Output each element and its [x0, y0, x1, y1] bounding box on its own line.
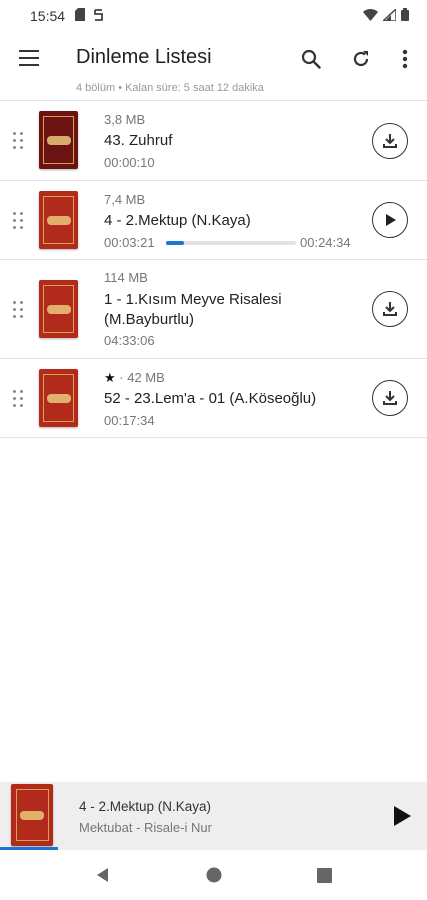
back-icon[interactable] — [92, 864, 114, 886]
more-vert-icon[interactable] — [390, 44, 420, 74]
playlist: 3,8 MB 43. Zuhruf 00:00:10 7,4 MB 4 - 2.… — [0, 101, 427, 438]
drag-handle-icon[interactable] — [12, 390, 26, 408]
item-size: ★ · 42 MB — [104, 370, 165, 385]
playlist-item[interactable]: 7,4 MB 4 - 2.Mektup (N.Kaya) 00:03:21 00… — [0, 181, 427, 260]
book-cover — [39, 111, 78, 169]
page-title: Dinleme Listesi — [76, 46, 212, 68]
sd-card-icon — [75, 8, 86, 24]
mini-player-cover — [11, 784, 53, 846]
download-icon — [383, 391, 397, 405]
item-title: 43. Zuhruf — [104, 132, 173, 149]
item-progress-bar[interactable] — [166, 241, 296, 245]
play-icon — [386, 214, 396, 226]
item-title: 1 - 1.Kısım Meyve Risalesi (M.Bayburtlu) — [104, 291, 282, 328]
item-total-duration: 00:24:34 — [300, 235, 351, 250]
item-elapsed: 00:03:21 — [104, 235, 155, 250]
status-bar: 15:54 — [0, 0, 427, 32]
menu-icon[interactable] — [14, 44, 44, 72]
download-icon — [383, 302, 397, 316]
book-cover — [39, 191, 78, 249]
drag-handle-icon[interactable] — [12, 212, 26, 230]
item-title: 4 - 2.Mektup (N.Kaya) — [104, 212, 251, 229]
recents-icon[interactable] — [313, 864, 335, 886]
download-button[interactable] — [372, 291, 408, 327]
playlist-item[interactable]: 114 MB 1 - 1.Kısım Meyve Risalesi (M.Bay… — [0, 260, 427, 359]
mini-player-title: 4 - 2.Mektup (N.Kaya) — [79, 799, 212, 814]
play-button[interactable] — [372, 202, 408, 238]
wifi-icon — [363, 8, 378, 24]
star-icon: ★ — [104, 370, 116, 385]
item-duration: 00:17:34 — [104, 413, 155, 428]
item-duration: 00:00:10 — [104, 155, 155, 170]
sync-icon — [93, 8, 104, 25]
item-size: 3,8 MB — [104, 112, 146, 127]
download-icon — [383, 134, 397, 148]
refresh-icon[interactable] — [346, 44, 376, 74]
download-button[interactable] — [372, 380, 408, 416]
item-duration: 04:33:06 — [104, 333, 155, 348]
playlist-item[interactable]: ★ · 42 MB 52 - 23.Lem'a - 01 (A.Köseoğlu… — [0, 359, 427, 438]
signal-icon — [381, 7, 397, 24]
book-cover — [39, 280, 78, 338]
download-button[interactable] — [372, 123, 408, 159]
item-size: 114 MB — [104, 270, 148, 285]
mini-player[interactable]: 4 - 2.Mektup (N.Kaya) Mektubat - Risale-… — [0, 782, 427, 850]
play-icon — [394, 806, 411, 826]
book-cover — [39, 369, 78, 427]
drag-handle-icon[interactable] — [12, 132, 26, 150]
playlist-item[interactable]: 3,8 MB 43. Zuhruf 00:00:10 — [0, 101, 427, 181]
app-bar: Dinleme Listesi 4 bölüm • Kalan süre: 5 … — [0, 32, 427, 100]
drag-handle-icon[interactable] — [12, 301, 26, 319]
item-progress-fill — [166, 241, 184, 245]
page-subtitle: 4 bölüm • Kalan süre: 5 saat 12 dakika — [76, 82, 264, 94]
home-icon[interactable] — [203, 864, 225, 886]
mini-player-play-button[interactable] — [388, 802, 416, 830]
search-icon[interactable] — [296, 44, 326, 74]
status-time: 15:54 — [30, 8, 66, 24]
item-title: 52 - 23.Lem'a - 01 (A.Köseoğlu) — [104, 390, 317, 407]
navigation-bar — [0, 850, 427, 900]
battery-icon — [401, 8, 409, 24]
mini-player-subtitle: Mektubat - Risale-i Nur — [79, 820, 212, 835]
item-size: 7,4 MB — [104, 192, 146, 207]
